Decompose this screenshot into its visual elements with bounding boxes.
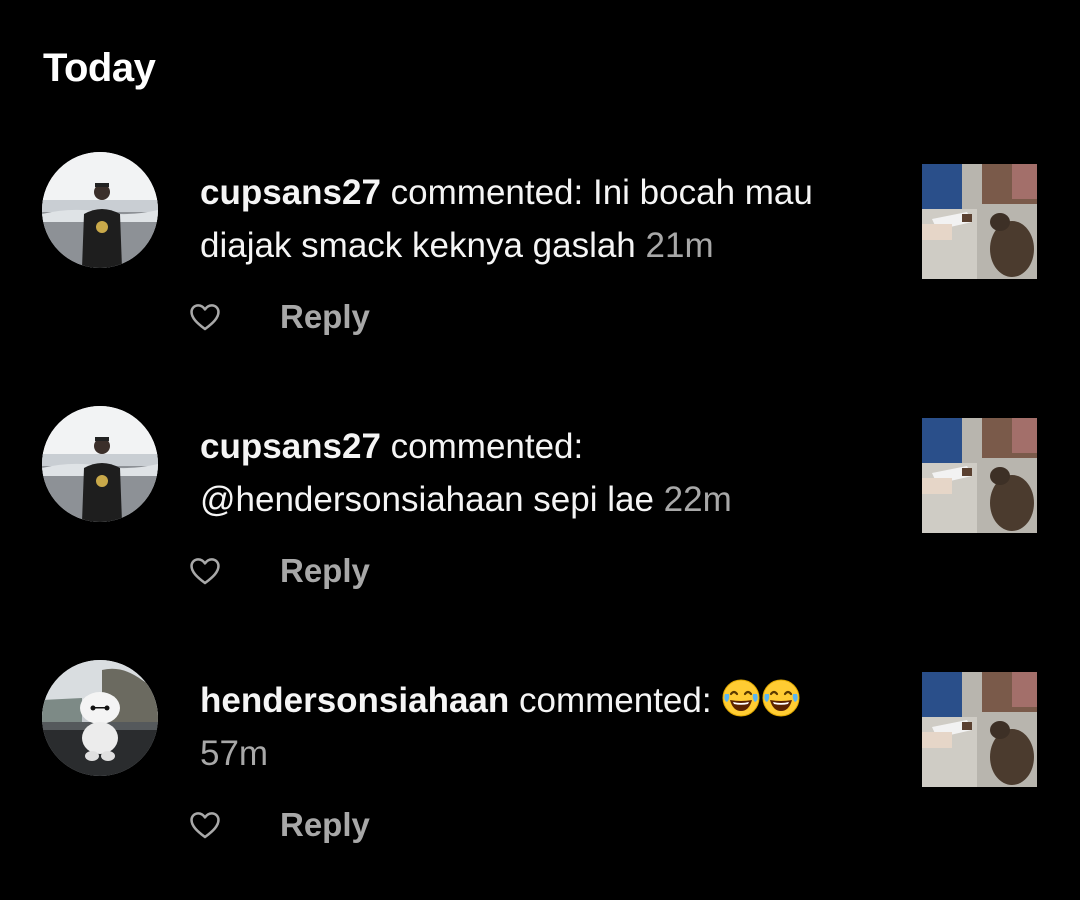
notification-actions: Reply xyxy=(188,805,370,845)
username[interactable]: hendersonsiahaan xyxy=(200,681,509,720)
timestamp: 22m xyxy=(663,480,732,519)
avatar[interactable] xyxy=(42,152,158,268)
post-thumbnail[interactable] xyxy=(922,418,1037,533)
cat-post-thumbnail-icon xyxy=(922,418,1037,533)
action-text: commented: xyxy=(380,427,584,466)
notification-text: cupsans27 commented: @hendersonsiahaan s… xyxy=(200,420,900,526)
notification-item[interactable]: cupsans27 commented: @hendersonsiahaan s… xyxy=(0,406,1080,656)
timestamp: 21m xyxy=(645,226,714,265)
post-thumbnail[interactable] xyxy=(922,164,1037,279)
username[interactable]: cupsans27 xyxy=(200,173,381,212)
notifications-page: Today cupsans27 commented: Ini bocah mau… xyxy=(0,0,1080,900)
tears-of-joy-emoji-icon xyxy=(761,678,801,718)
comment-text: @hendersonsiahaan sepi lae xyxy=(200,480,654,519)
notification-item[interactable]: cupsans27 commented: Ini bocah mau diaja… xyxy=(0,152,1080,402)
section-title: Today xyxy=(43,46,156,90)
white-robot-figure-avatar-icon xyxy=(42,660,158,776)
timestamp: 57m xyxy=(200,734,269,773)
reply-button[interactable]: Reply xyxy=(280,298,370,336)
notification-actions: Reply xyxy=(188,297,370,337)
notification-text: cupsans27 commented: Ini bocah mau diaja… xyxy=(200,166,900,272)
action-text: commented: xyxy=(380,173,593,212)
reply-button[interactable]: Reply xyxy=(280,552,370,590)
cat-post-thumbnail-icon xyxy=(922,672,1037,787)
username[interactable]: cupsans27 xyxy=(200,427,381,466)
heart-icon[interactable] xyxy=(188,300,222,334)
person-at-beach-avatar-icon xyxy=(42,152,158,268)
reply-button[interactable]: Reply xyxy=(280,806,370,844)
notification-text: hendersonsiahaan commented: 😂😂 xyxy=(200,674,900,780)
person-at-beach-avatar-icon xyxy=(42,406,158,522)
action-text: commented: xyxy=(509,681,722,720)
post-thumbnail[interactable] xyxy=(922,672,1037,787)
cat-post-thumbnail-icon xyxy=(922,164,1037,279)
avatar[interactable] xyxy=(42,406,158,522)
tears-of-joy-emoji-icon xyxy=(721,678,761,718)
notification-actions: Reply xyxy=(188,551,370,591)
notification-item[interactable]: hendersonsiahaan commented: 😂😂 xyxy=(0,660,1080,900)
avatar[interactable] xyxy=(42,660,158,776)
heart-icon[interactable] xyxy=(188,808,222,842)
heart-icon[interactable] xyxy=(188,554,222,588)
